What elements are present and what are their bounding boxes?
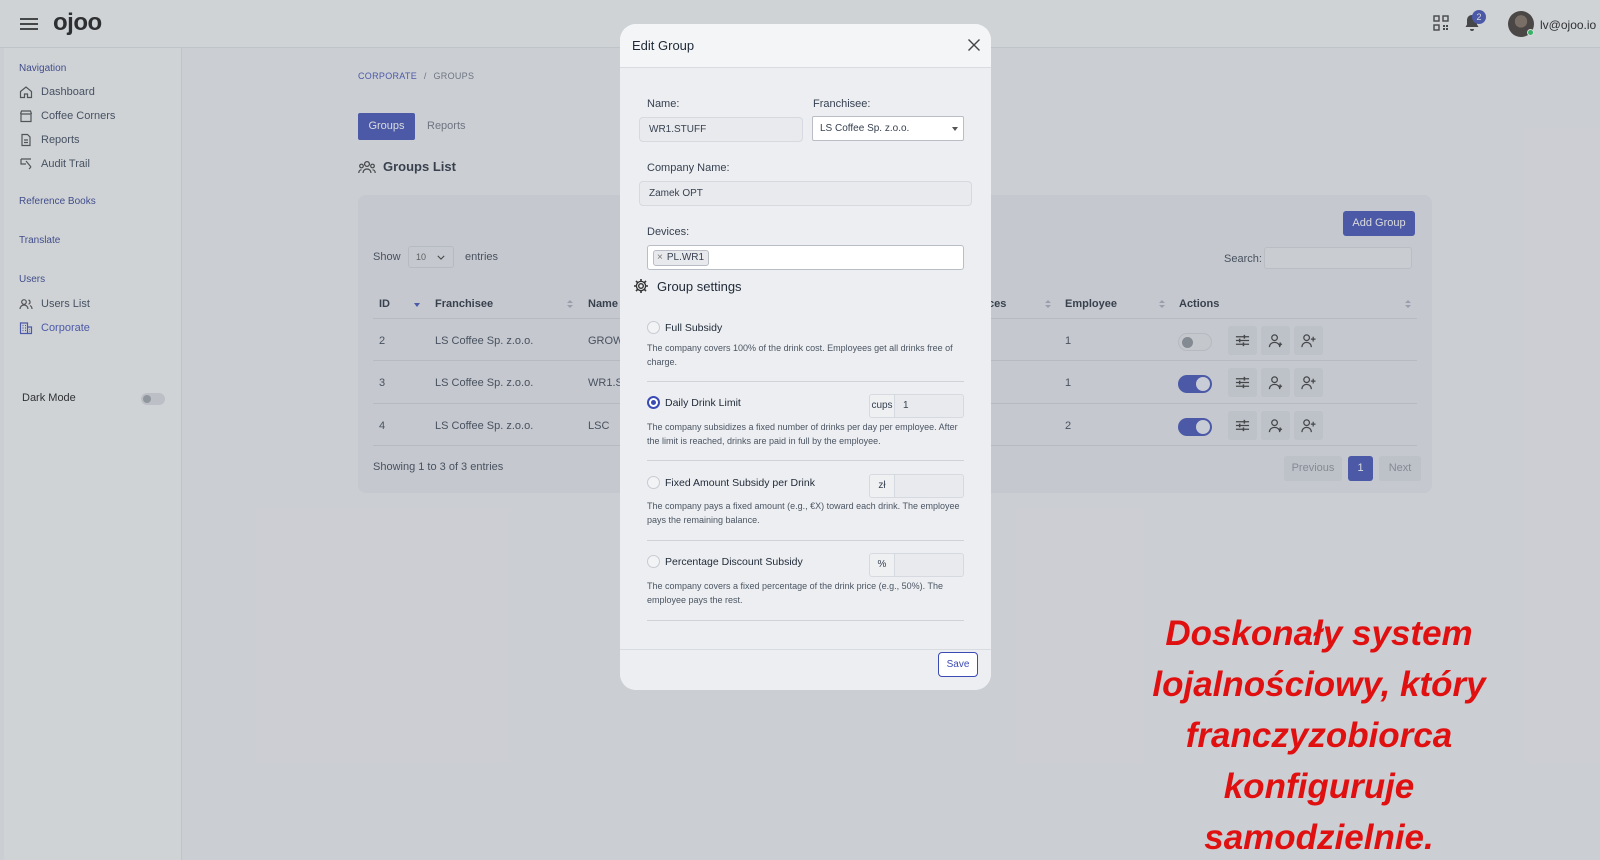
fixed-amount-input[interactable]: [895, 474, 964, 498]
promo-line: franczyzobiorca: [1185, 716, 1453, 755]
option-divider: [647, 620, 964, 621]
device-tag-label: PL.WR1: [666, 252, 705, 263]
percentage-discount-radio[interactable]: [647, 555, 660, 568]
promo-caption: Doskonały system lojalnościowy, który fr…: [1102, 608, 1536, 860]
full-subsidy-radio[interactable]: [647, 321, 660, 334]
option-divider: [647, 540, 964, 541]
full-subsidy-description: The company covers 100% of the drink cos…: [647, 343, 953, 367]
group-settings-title: Group settings: [657, 278, 742, 294]
franchisee-label: Franchisee:: [813, 98, 871, 110]
device-tag: × PL.WR1: [653, 250, 710, 266]
fixed-amount-subsidy-description: The company pays a fixed amount (e.g., €…: [647, 501, 960, 525]
save-button[interactable]: Save: [938, 652, 978, 677]
daily-drink-limit-title[interactable]: Daily Drink Limit: [665, 397, 741, 409]
promo-line: samodzielnie.: [1204, 818, 1434, 857]
percent-prefix: %: [869, 553, 895, 577]
gear-icon: [634, 279, 648, 293]
devices-label: Devices:: [647, 226, 690, 238]
close-icon[interactable]: [967, 38, 981, 52]
edit-group-modal: Edit Group Name: WR1.STUFF Franchisee: L…: [620, 24, 991, 690]
promo-line: konfiguruje: [1223, 767, 1415, 806]
daily-drink-limit-description: The company subsidizes a fixed number of…: [647, 422, 958, 446]
modal-header: Edit Group: [620, 24, 991, 68]
modal-footer: [620, 649, 991, 690]
currency-prefix: zł: [869, 474, 895, 498]
remove-tag-icon[interactable]: ×: [657, 251, 663, 265]
percentage-discount-description: The company covers a fixed percentage of…: [647, 581, 943, 605]
caret-down-icon: [952, 127, 958, 131]
daily-drink-limit-input[interactable]: 1: [895, 394, 964, 418]
fixed-amount-subsidy-title[interactable]: Fixed Amount Subsidy per Drink: [665, 477, 815, 489]
franchisee-select-value: LS Coffee Sp. z.o.o.: [820, 123, 910, 134]
cups-prefix: cups: [869, 394, 895, 418]
name-input[interactable]: WR1.STUFF: [639, 117, 803, 142]
percentage-discount-title[interactable]: Percentage Discount Subsidy: [665, 556, 803, 568]
fixed-amount-subsidy-radio[interactable]: [647, 476, 660, 489]
daily-drink-limit-radio[interactable]: [647, 396, 660, 409]
name-label: Name:: [647, 98, 680, 110]
full-subsidy-title[interactable]: Full Subsidy: [665, 322, 722, 334]
percentage-input[interactable]: [895, 553, 964, 577]
option-divider: [647, 460, 964, 461]
company-name-label: Company Name:: [647, 162, 730, 174]
franchisee-select[interactable]: LS Coffee Sp. z.o.o.: [812, 116, 964, 141]
group-settings-heading: Group settings: [633, 278, 742, 294]
promo-line: Doskonały system: [1165, 614, 1473, 653]
promo-line: lojalnościowy, który: [1152, 665, 1486, 704]
option-divider: [647, 381, 964, 382]
modal-title: Edit Group: [632, 38, 695, 53]
devices-multiselect[interactable]: × PL.WR1: [647, 245, 964, 270]
company-name-input[interactable]: Zamek OPT: [639, 181, 972, 206]
